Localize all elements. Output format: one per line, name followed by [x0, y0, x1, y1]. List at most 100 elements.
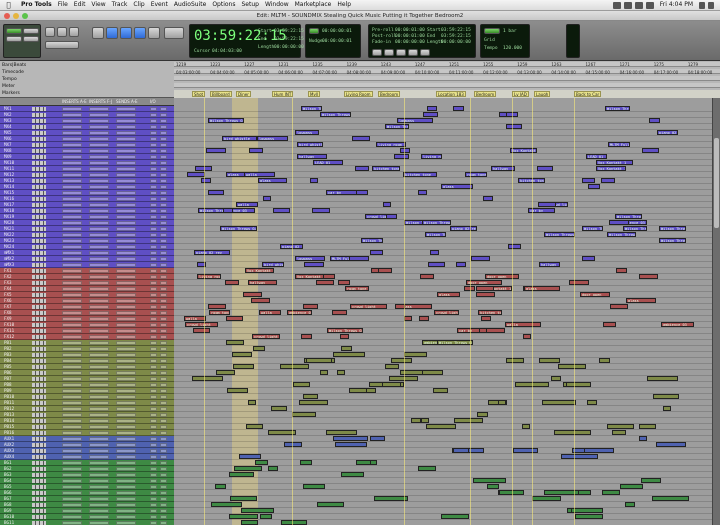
- io-selector[interactable]: [160, 107, 167, 111]
- io-selector[interactable]: [150, 371, 157, 375]
- audio-clip[interactable]: LEAD 01: [313, 160, 343, 165]
- insert-slot[interactable]: [89, 515, 109, 519]
- audio-clip[interactable]: [280, 364, 309, 369]
- transport-end-value[interactable]: 03:59:22:15: [441, 34, 471, 39]
- send-slot[interactable]: [116, 461, 136, 465]
- io-selector[interactable]: [160, 137, 167, 141]
- mute-solo-buttons[interactable]: [32, 479, 46, 483]
- send-slot[interactable]: [116, 515, 136, 519]
- insert-slot[interactable]: [89, 239, 109, 243]
- smart-tool-button[interactable]: [120, 27, 132, 39]
- audio-clip[interactable]: [303, 484, 325, 489]
- io-selector[interactable]: [150, 275, 157, 279]
- insert-slot[interactable]: [62, 329, 82, 333]
- audio-clip[interactable]: [542, 400, 576, 405]
- menu-edit[interactable]: Edit: [71, 0, 89, 10]
- insert-slot[interactable]: [89, 119, 109, 123]
- io-selector[interactable]: [150, 329, 157, 333]
- audio-clip[interactable]: [281, 520, 307, 525]
- insert-slot[interactable]: [62, 413, 82, 417]
- audio-clip[interactable]: [588, 184, 600, 189]
- marker[interactable]: Location 183: [436, 91, 466, 97]
- send-slot[interactable]: [116, 377, 136, 381]
- insert-slot[interactable]: [89, 209, 109, 213]
- audio-clip[interactable]: Wilson Throws Guys VOX STEM: [385, 124, 409, 129]
- mute-solo-buttons[interactable]: [32, 179, 46, 183]
- audio-clip[interactable]: Wilson Throws Guys VOX STEM: [659, 238, 686, 243]
- insert-slot[interactable]: [89, 233, 109, 237]
- io-selector[interactable]: [160, 437, 167, 441]
- audio-clip[interactable]: [625, 502, 635, 507]
- insert-slot[interactable]: [62, 173, 82, 177]
- insert-slot[interactable]: [62, 179, 82, 183]
- mute-solo-buttons[interactable]: [32, 143, 46, 147]
- insert-slot[interactable]: [62, 263, 82, 267]
- audio-clip[interactable]: [230, 496, 257, 501]
- mute-solo-buttons[interactable]: [32, 521, 46, 525]
- io-selector[interactable]: [160, 233, 167, 237]
- rewind-button[interactable]: [372, 49, 382, 56]
- insert-slot[interactable]: [89, 215, 109, 219]
- io-selector[interactable]: [160, 479, 167, 483]
- audio-clip[interactable]: [340, 334, 349, 339]
- audio-clip[interactable]: [249, 148, 263, 153]
- insert-slot[interactable]: [62, 203, 82, 207]
- io-selector[interactable]: [160, 515, 167, 519]
- marker[interactable]: Billboard: [210, 91, 232, 97]
- audio-clip[interactable]: [558, 364, 586, 369]
- scrubber-tool-button[interactable]: [164, 27, 184, 39]
- shuffle-mode-button[interactable]: [6, 28, 22, 34]
- audio-clip[interactable]: [427, 106, 437, 111]
- audio-clip[interactable]: [391, 358, 412, 363]
- send-slot[interactable]: [116, 113, 136, 117]
- audio-clip[interactable]: Wilson Throws Guys VOX STEM: [220, 226, 257, 231]
- audio-clip[interactable]: [386, 214, 397, 219]
- marker[interactable]: Back to Car: [574, 91, 602, 97]
- io-selector[interactable]: [150, 347, 157, 351]
- audio-clip[interactable]: [378, 268, 392, 273]
- mute-solo-buttons[interactable]: [32, 467, 46, 471]
- audio-clip[interactable]: piano 02 rev: [194, 250, 230, 255]
- length-value[interactable]: 00:00:00:00: [274, 45, 304, 50]
- io-selector[interactable]: [160, 113, 167, 117]
- audio-clip[interactable]: [647, 376, 678, 381]
- audio-clip[interactable]: [411, 418, 421, 423]
- audio-clip[interactable]: [532, 496, 561, 501]
- audio-clip[interactable]: [571, 508, 603, 513]
- insert-slot[interactable]: [62, 449, 82, 453]
- io-selector[interactable]: [160, 173, 167, 177]
- audio-clip[interactable]: piano 02 rev: [657, 130, 678, 135]
- grabber-tool-button[interactable]: [134, 27, 146, 39]
- io-selector[interactable]: [150, 503, 157, 507]
- audio-clip[interactable]: hallway: [297, 154, 327, 159]
- io-selector[interactable]: [150, 215, 157, 219]
- io-selector[interactable]: [160, 491, 167, 495]
- grid-toggle[interactable]: [484, 28, 500, 34]
- mute-solo-buttons[interactable]: [32, 149, 46, 153]
- io-selector[interactable]: [150, 335, 157, 339]
- io-selector[interactable]: [160, 197, 167, 201]
- zoom-out-button[interactable]: [57, 27, 67, 37]
- io-selector[interactable]: [150, 179, 157, 183]
- mute-solo-buttons[interactable]: [32, 515, 46, 519]
- audio-clip[interactable]: [243, 292, 262, 297]
- insert-slot[interactable]: [89, 125, 109, 129]
- audio-clip[interactable]: [420, 274, 434, 279]
- audio-clip[interactable]: crowd light: [185, 322, 218, 327]
- io-selector[interactable]: [150, 401, 157, 405]
- audio-clip[interactable]: [609, 220, 629, 225]
- io-selector[interactable]: [150, 287, 157, 291]
- io-selector[interactable]: [150, 167, 157, 171]
- io-selector[interactable]: [150, 263, 157, 267]
- mute-solo-buttons[interactable]: [32, 293, 46, 297]
- send-slot[interactable]: [116, 149, 136, 153]
- insert-slot[interactable]: [89, 437, 109, 441]
- io-selector[interactable]: [150, 107, 157, 111]
- nudge-value[interactable]: 00:00:00:01: [322, 29, 352, 34]
- io-selector[interactable]: [160, 155, 167, 159]
- io-selector[interactable]: [160, 293, 167, 297]
- send-slot[interactable]: [116, 119, 136, 123]
- insert-slot[interactable]: [62, 311, 82, 315]
- insert-slot[interactable]: [89, 299, 109, 303]
- send-slot[interactable]: [116, 503, 136, 507]
